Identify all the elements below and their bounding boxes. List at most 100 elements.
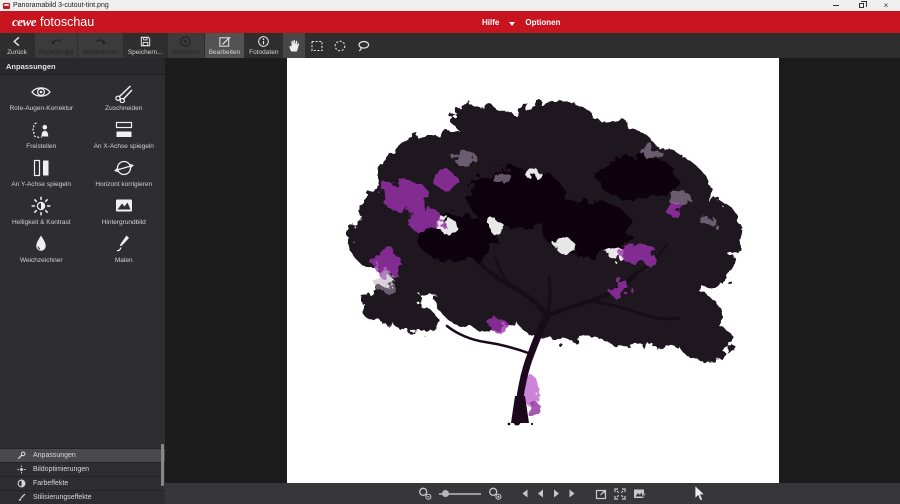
section-stilisierungseffekte[interactable]: Stilisierungseffekte xyxy=(0,490,165,504)
fullscreen-icon xyxy=(614,488,626,500)
minimize-icon xyxy=(833,5,839,6)
tool-label: Rote-Augen-Korrektur xyxy=(9,105,73,112)
water-drop-icon xyxy=(30,232,52,256)
photodata-label: Fotodaten xyxy=(249,49,278,56)
tool-brightness-contrast[interactable]: Helligkeit & Kontrast xyxy=(0,194,83,232)
tool-flip-x-axis[interactable]: An X-Achse spiegeln xyxy=(83,118,166,156)
sidebar-header: Anpassungen xyxy=(0,58,165,75)
zoom-in-icon xyxy=(488,487,502,500)
section-label: Anpassungen xyxy=(33,452,76,459)
brand-name: fotoschau xyxy=(40,15,94,29)
next-arrow-icon xyxy=(552,489,561,498)
horizon-icon xyxy=(113,156,135,180)
sidebar-adjustments: Anpassungen Rote-Augen-Korrektur xyxy=(0,58,165,504)
image-viewport[interactable] xyxy=(165,58,900,483)
cutout-icon xyxy=(30,118,52,142)
brand-logo: cewe fotoschau xyxy=(12,14,94,30)
ellipse-select-icon xyxy=(333,39,347,53)
menubar: cewe fotoschau Hilfe Optionen xyxy=(0,11,900,33)
adjustment-tools-grid: Rote-Augen-Korrektur Zuschneiden xyxy=(0,75,165,270)
first-image-button[interactable] xyxy=(520,489,529,498)
tool-horizon-correct[interactable]: Horizont korrigieren xyxy=(83,156,166,194)
tool-flip-y-axis[interactable]: An Y-Achse spiegeln xyxy=(0,156,83,194)
background-image-icon xyxy=(113,194,135,218)
lasso-select-tool-button[interactable] xyxy=(352,33,374,58)
tool-background-image[interactable]: Hintergrundbild xyxy=(83,194,166,232)
ellipse-select-tool-button[interactable] xyxy=(329,33,351,58)
flip-vertical-icon xyxy=(30,156,52,180)
image-canvas[interactable] xyxy=(287,58,779,483)
section-label: Bildoptimierungen xyxy=(33,466,89,473)
zoom-slider[interactable] xyxy=(439,488,481,500)
section-anpassungen[interactable]: Anpassungen xyxy=(0,448,165,462)
close-button[interactable]: × xyxy=(880,1,892,11)
fullscreen-button[interactable] xyxy=(614,488,626,500)
hand-tool-button[interactable] xyxy=(283,33,305,58)
tool-paint[interactable]: Malen xyxy=(83,232,166,270)
optimize-icon xyxy=(17,465,26,474)
save-button[interactable]: Speichern... xyxy=(124,33,167,58)
last-image-button[interactable] xyxy=(568,489,577,498)
restore-button[interactable] xyxy=(855,1,867,11)
fit-to-window-icon xyxy=(595,488,607,500)
flip-horizontal-icon xyxy=(113,118,135,142)
tool-label: Hintergrundbild xyxy=(102,219,146,226)
minimize-button[interactable] xyxy=(830,1,842,11)
rect-select-icon xyxy=(310,39,324,53)
back-chevron-icon xyxy=(11,35,24,48)
section-bildoptimierungen[interactable]: Bildoptimierungen xyxy=(0,462,165,476)
tool-label: An X-Achse spiegeln xyxy=(94,143,154,150)
tool-label: An Y-Achse spiegeln xyxy=(11,181,71,188)
brightness-contrast-icon xyxy=(30,194,52,218)
menu-options[interactable]: Optionen xyxy=(523,15,562,30)
tool-soft-focus[interactable]: Weichzeichner xyxy=(0,232,83,270)
color-effects-icon xyxy=(17,479,26,488)
last-arrow-icon xyxy=(568,489,577,498)
redo-button: Wiederholen xyxy=(78,33,123,58)
tool-red-eye-correction[interactable]: Rote-Augen-Korrektur xyxy=(0,80,83,118)
wrench-icon xyxy=(17,451,26,460)
edit-button[interactable]: Bearbeiten xyxy=(205,33,244,58)
lasso-icon xyxy=(356,39,371,53)
zoom-in-button[interactable] xyxy=(488,487,502,500)
play-button: Vorführen xyxy=(168,33,204,58)
tool-label: Helligkeit & Kontrast xyxy=(12,219,71,226)
tree-image xyxy=(287,58,779,483)
edit-image-icon xyxy=(633,488,647,500)
app-icon xyxy=(3,3,10,9)
previous-arrow-icon xyxy=(536,489,545,498)
tool-label: Zuschneiden xyxy=(105,105,142,112)
photodata-button[interactable]: Fotodaten xyxy=(245,33,282,58)
menu-help[interactable]: Hilfe xyxy=(480,15,501,30)
app-window: Panoramabild 3-cutout-tint.png × cewe fo… xyxy=(0,0,900,504)
back-button[interactable]: Zurück xyxy=(0,33,34,58)
back-label: Zurück xyxy=(7,49,27,56)
tool-label: Weichzeichner xyxy=(20,257,63,264)
section-farbeffekte[interactable]: Farbeffekte xyxy=(0,476,165,490)
menu-items: Hilfe Optionen xyxy=(480,11,562,33)
fit-to-window-button[interactable] xyxy=(595,488,607,500)
edit-image-button[interactable] xyxy=(633,488,647,500)
redo-icon xyxy=(94,35,107,48)
rect-select-tool-button[interactable] xyxy=(306,33,328,58)
save-label: Speichern... xyxy=(128,49,163,56)
previous-image-button[interactable] xyxy=(536,489,545,498)
chevron-down-icon[interactable] xyxy=(509,22,515,26)
toolbar: Zurück Rückgängig Wiederholen Speichern.… xyxy=(0,33,900,58)
play-circle-icon xyxy=(179,35,192,48)
edit-label: Bearbeiten xyxy=(209,49,240,56)
tool-label: Horizont korrigieren xyxy=(95,181,152,188)
section-label: Stilisierungseffekte xyxy=(33,494,92,501)
brush-icon xyxy=(17,493,26,502)
sidebar-scrollbar[interactable] xyxy=(161,444,164,486)
hand-icon xyxy=(287,38,301,53)
zoom-slider-knob[interactable] xyxy=(442,490,449,497)
window-controls: × xyxy=(830,1,897,11)
tool-crop[interactable]: Zuschneiden xyxy=(83,80,166,118)
next-image-button[interactable] xyxy=(552,489,561,498)
zoom-out-button[interactable] xyxy=(418,487,432,500)
edit-icon xyxy=(218,35,231,48)
eye-icon xyxy=(30,80,52,104)
tool-cutout[interactable]: Freistellen xyxy=(0,118,83,156)
undo-icon xyxy=(50,35,63,48)
